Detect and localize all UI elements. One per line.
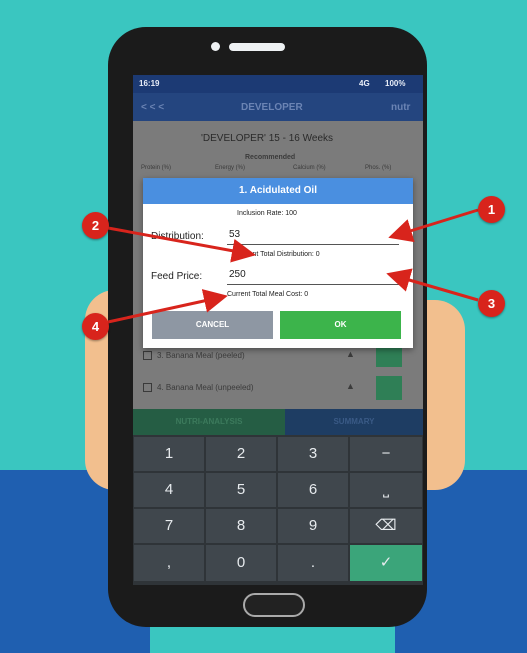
callout-1: 1 [478, 196, 505, 223]
annotation-arrows [107, 208, 479, 324]
callout-4: 4 [82, 313, 109, 340]
arrow-4 [107, 289, 228, 324]
arrow-3 [386, 268, 479, 302]
arrow-1 [388, 208, 479, 243]
callout-3: 3 [478, 290, 505, 317]
callout-2: 2 [82, 212, 109, 239]
arrow-2 [107, 226, 256, 263]
